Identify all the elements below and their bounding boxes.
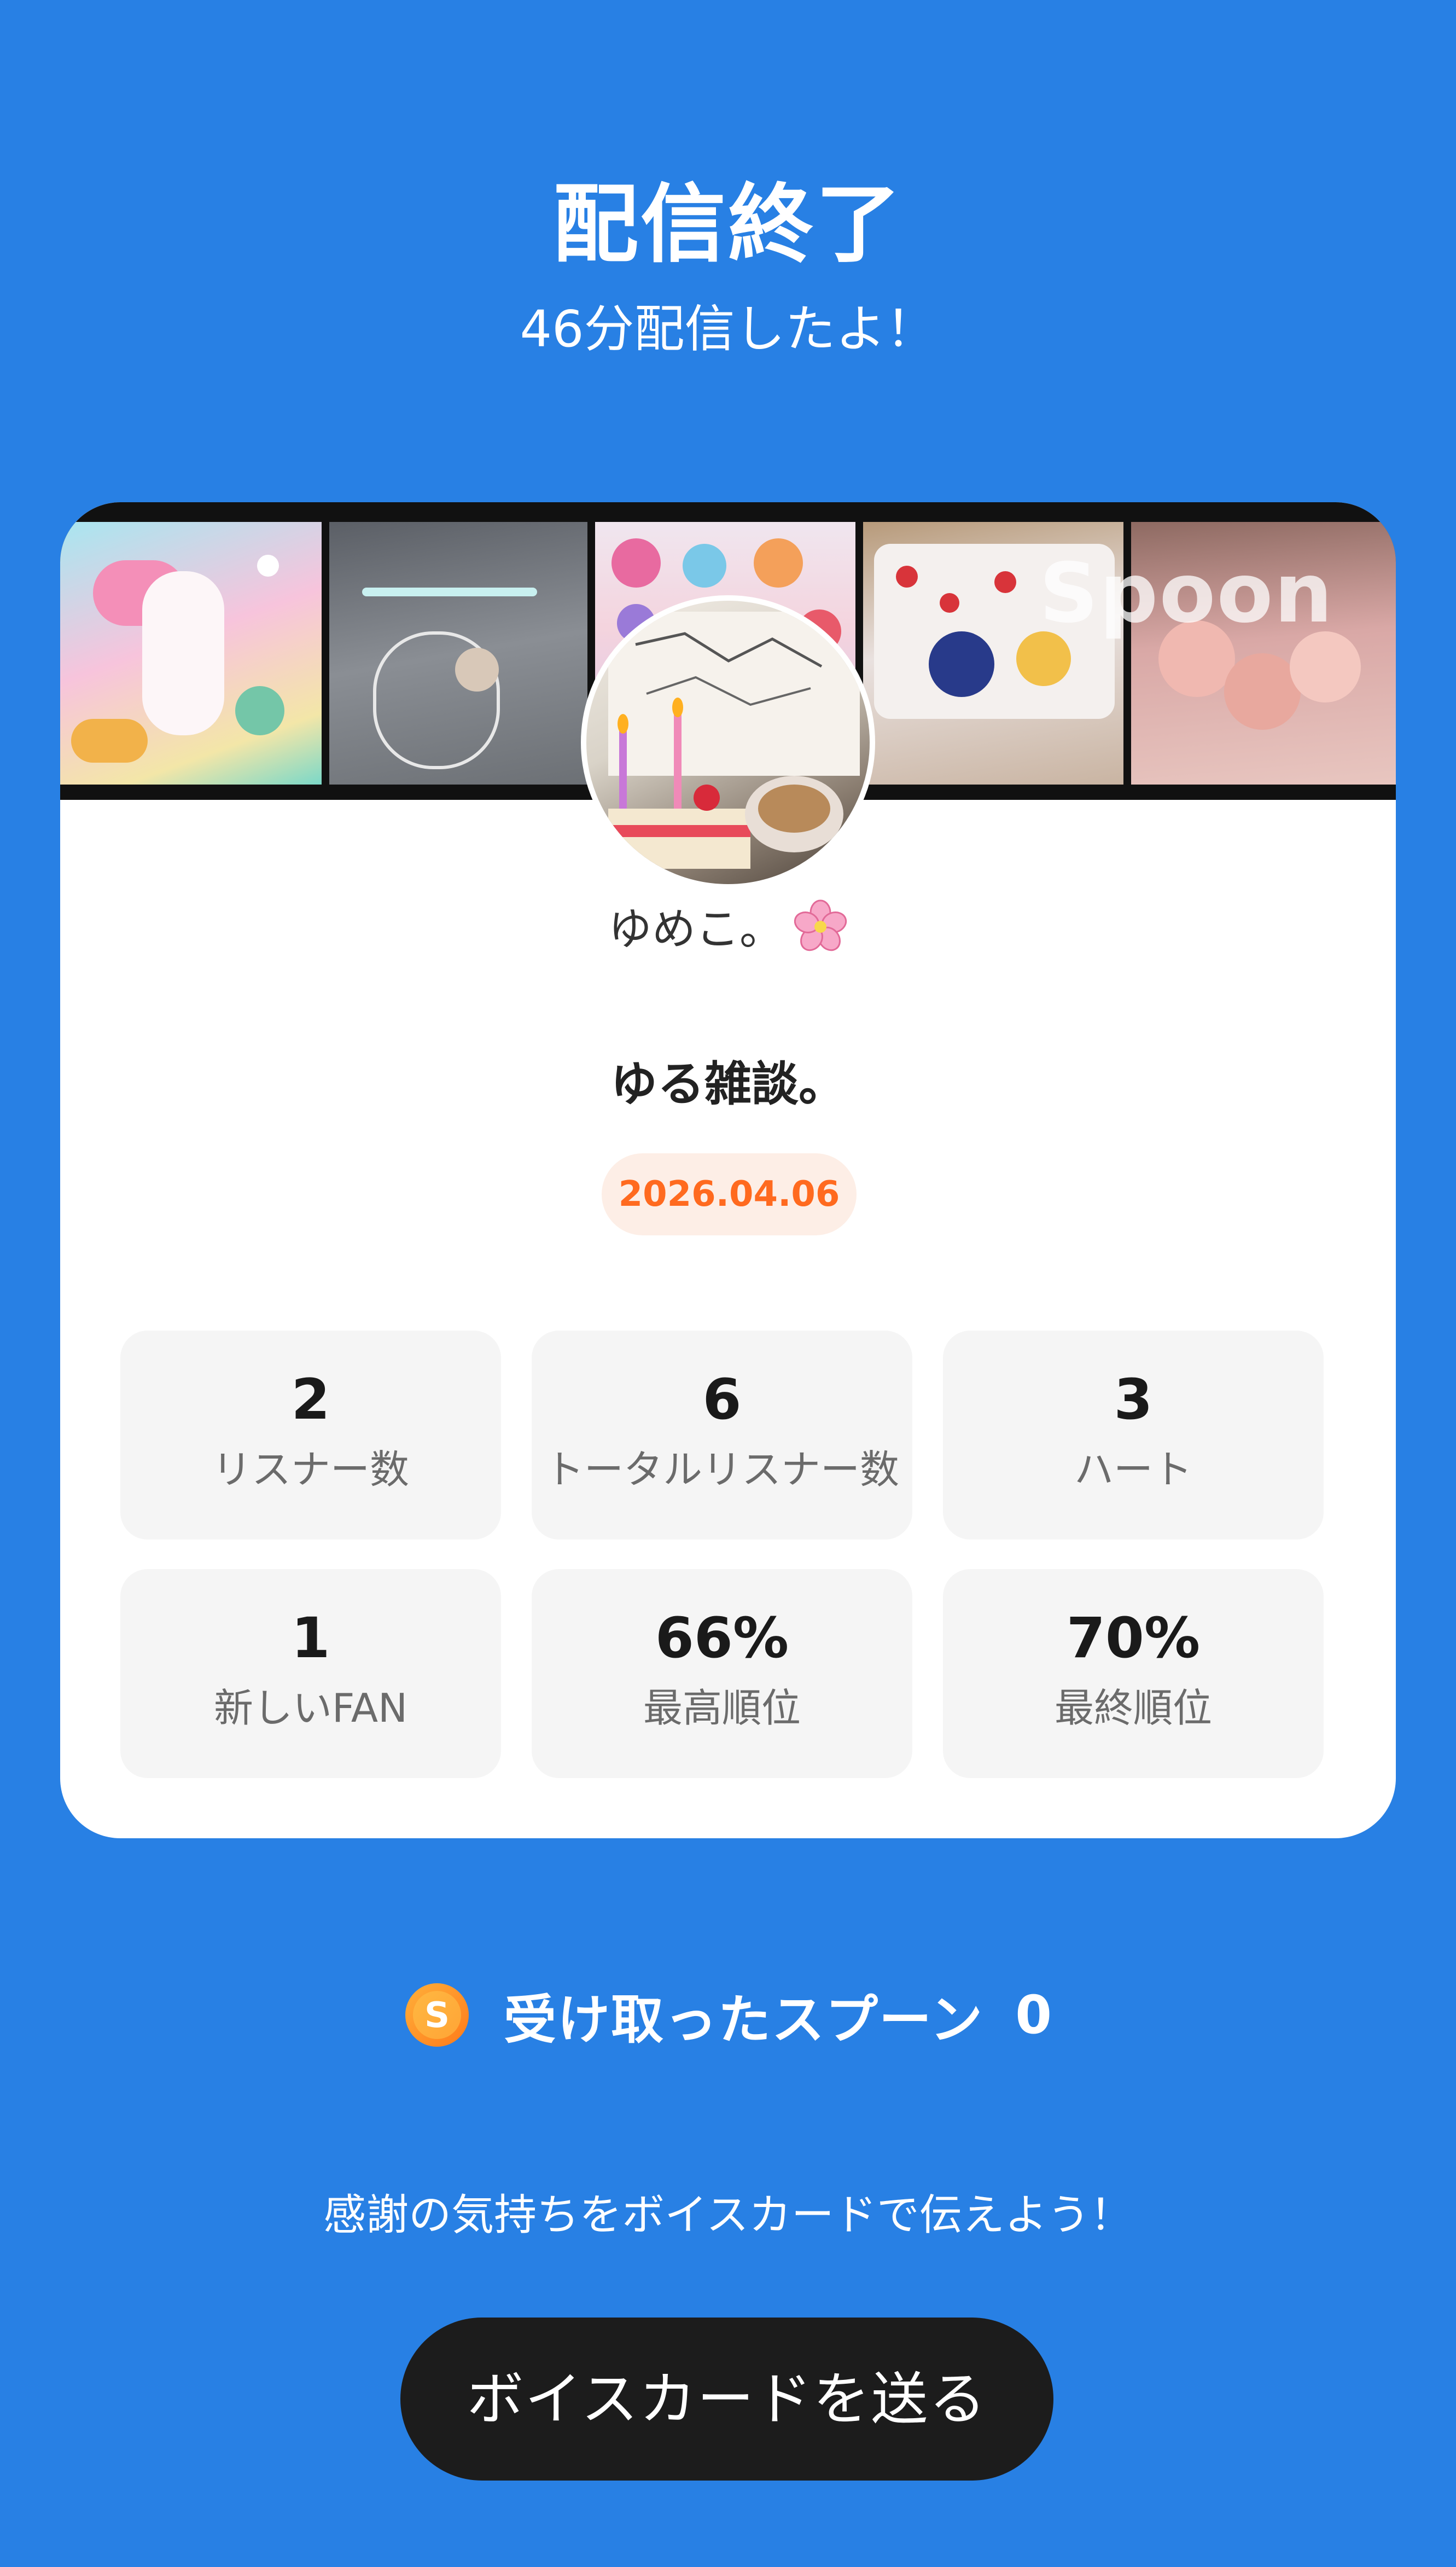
- stat-final-rank: 70% 最終順位: [943, 1569, 1324, 1778]
- stat-value: 2: [291, 1367, 330, 1432]
- banner-image: [329, 522, 587, 785]
- username[interactable]: ゆめこ。: [60, 899, 1396, 960]
- svg-text:S: S: [424, 1995, 450, 2036]
- stat-highest-rank: 66% 最高順位: [532, 1569, 912, 1778]
- stat-label: 最終順位: [1054, 1685, 1212, 1731]
- username-text: ゆめこ。: [608, 904, 783, 955]
- send-voice-card-button[interactable]: ボイスカードを送る: [400, 2318, 1053, 2481]
- stat-label: リスナー数: [212, 1447, 409, 1492]
- stat-value: 3: [1114, 1367, 1153, 1432]
- stat-label: ハート: [1074, 1447, 1192, 1492]
- stat-listeners: 2 リスナー数: [120, 1331, 501, 1540]
- live-title: ゆる雑談。: [610, 1057, 846, 1112]
- stat-value: 70%: [1066, 1606, 1201, 1671]
- spoons-label: 受け取ったスプーン: [504, 1989, 984, 2051]
- stat-value: 66%: [655, 1606, 789, 1671]
- stat-label: トータルリスナー数: [544, 1447, 899, 1492]
- cherry-blossom-icon: [794, 899, 847, 951]
- spoons-count: 0: [1015, 1984, 1052, 2046]
- header: 配信終了 46分配信したよ！: [0, 170, 1456, 362]
- received-spoons: S 受け取ったスプーン 0: [0, 1979, 1456, 2051]
- avatar-image: [608, 612, 860, 869]
- page-title: 配信終了: [553, 175, 903, 274]
- broadcast-duration: 46分配信したよ！: [520, 300, 936, 358]
- stat-label: 最高順位: [643, 1685, 801, 1731]
- stat-label: 新しいFAN: [214, 1685, 407, 1731]
- avatar[interactable]: [581, 595, 875, 890]
- spoon-coin-icon: S: [405, 1983, 469, 2047]
- stat-value: 6: [702, 1367, 742, 1432]
- date-badge: 2026.04.06: [602, 1153, 857, 1235]
- stat-value: 1: [291, 1606, 330, 1671]
- stat-total-listeners: 6 トータルリスナー数: [532, 1331, 912, 1540]
- thanks-message: 感謝の気持ちをボイスカードで伝えよう！: [323, 2191, 1133, 2240]
- stat-new-fans: 1 新しいFAN: [120, 1569, 501, 1778]
- broadcast-summary-card: Spoon ゆめこ。 ゆる雑談。 2026.04.06 2 リスナー数 6 トー…: [60, 502, 1396, 1838]
- banner-image: [60, 522, 322, 785]
- spoon-watermark: Spoon: [1039, 546, 1334, 641]
- stat-hearts: 3 ハート: [943, 1331, 1324, 1540]
